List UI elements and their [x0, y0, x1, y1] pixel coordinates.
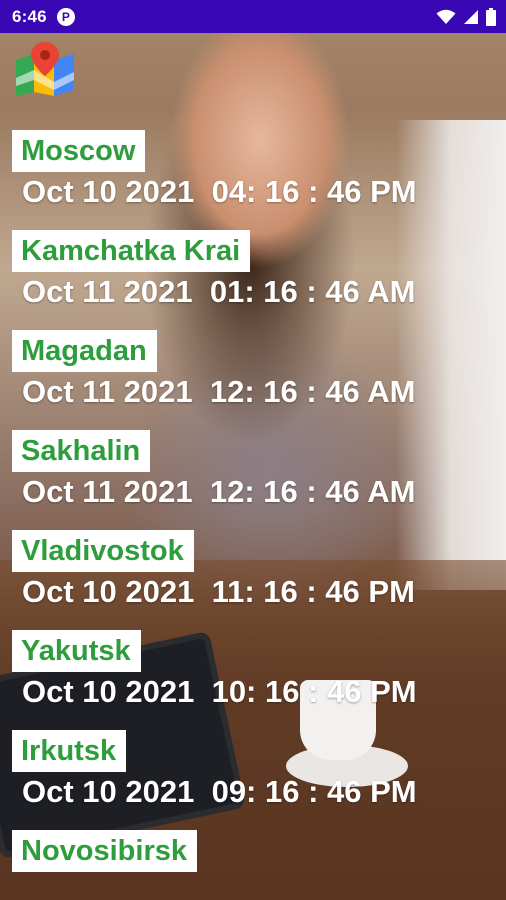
city-name-label: Moscow: [12, 130, 146, 172]
city-time-list: Moscow Oct 10 2021 04: 16 : 46 PM Kamcha…: [12, 130, 492, 900]
list-item[interactable]: Magadan Oct 11 2021 12: 16 : 46 AM: [12, 330, 492, 430]
city-datetime: Oct 11 2021 01: 16 : 46 AM: [22, 274, 416, 309]
city-datetime: Oct 10 2021 10: 16 : 46 PM: [22, 674, 417, 709]
city-name-label: Novosibirsk: [12, 830, 197, 872]
city-name-label: Vladivostok: [12, 530, 194, 572]
status-time: 6:46: [12, 6, 47, 26]
list-item[interactable]: Moscow Oct 10 2021 04: 16 : 46 PM: [12, 130, 492, 230]
city-datetime: Oct 11 2021 12: 16 : 46 AM: [22, 474, 416, 509]
app-notification-icon: P: [56, 7, 75, 26]
list-item[interactable]: Vladivostok Oct 10 2021 11: 16 : 46 PM: [12, 530, 492, 630]
signal-icon: [464, 9, 478, 24]
city-name-label: Kamchatka Krai: [12, 230, 251, 272]
city-datetime: Oct 10 2021 09: 16 : 46 PM: [22, 774, 417, 809]
list-item[interactable]: Yakutsk Oct 10 2021 10: 16 : 46 PM: [12, 630, 492, 730]
list-item[interactable]: Sakhalin Oct 11 2021 12: 16 : 46 AM: [12, 430, 492, 530]
city-name-label: Sakhalin: [12, 430, 151, 472]
wifi-icon: [436, 9, 456, 24]
map-pin-icon[interactable]: [14, 40, 76, 96]
list-item[interactable]: Kamchatka Krai Oct 11 2021 01: 16 : 46 A…: [12, 230, 492, 330]
battery-icon: [486, 7, 496, 26]
status-icons: [436, 7, 496, 26]
city-name-label: Irkutsk: [12, 730, 127, 772]
list-item[interactable]: Irkutsk Oct 10 2021 09: 16 : 46 PM: [12, 730, 492, 830]
list-item[interactable]: Novosibirsk: [12, 830, 492, 900]
status-bar: 6:46 P: [0, 0, 506, 33]
city-datetime: Oct 10 2021 11: 16 : 46 PM: [22, 574, 415, 609]
city-name-label: Magadan: [12, 330, 157, 372]
city-datetime: Oct 11 2021 12: 16 : 46 AM: [22, 374, 416, 409]
city-datetime: Oct 10 2021 04: 16 : 46 PM: [22, 174, 417, 209]
city-name-label: Yakutsk: [12, 630, 141, 672]
